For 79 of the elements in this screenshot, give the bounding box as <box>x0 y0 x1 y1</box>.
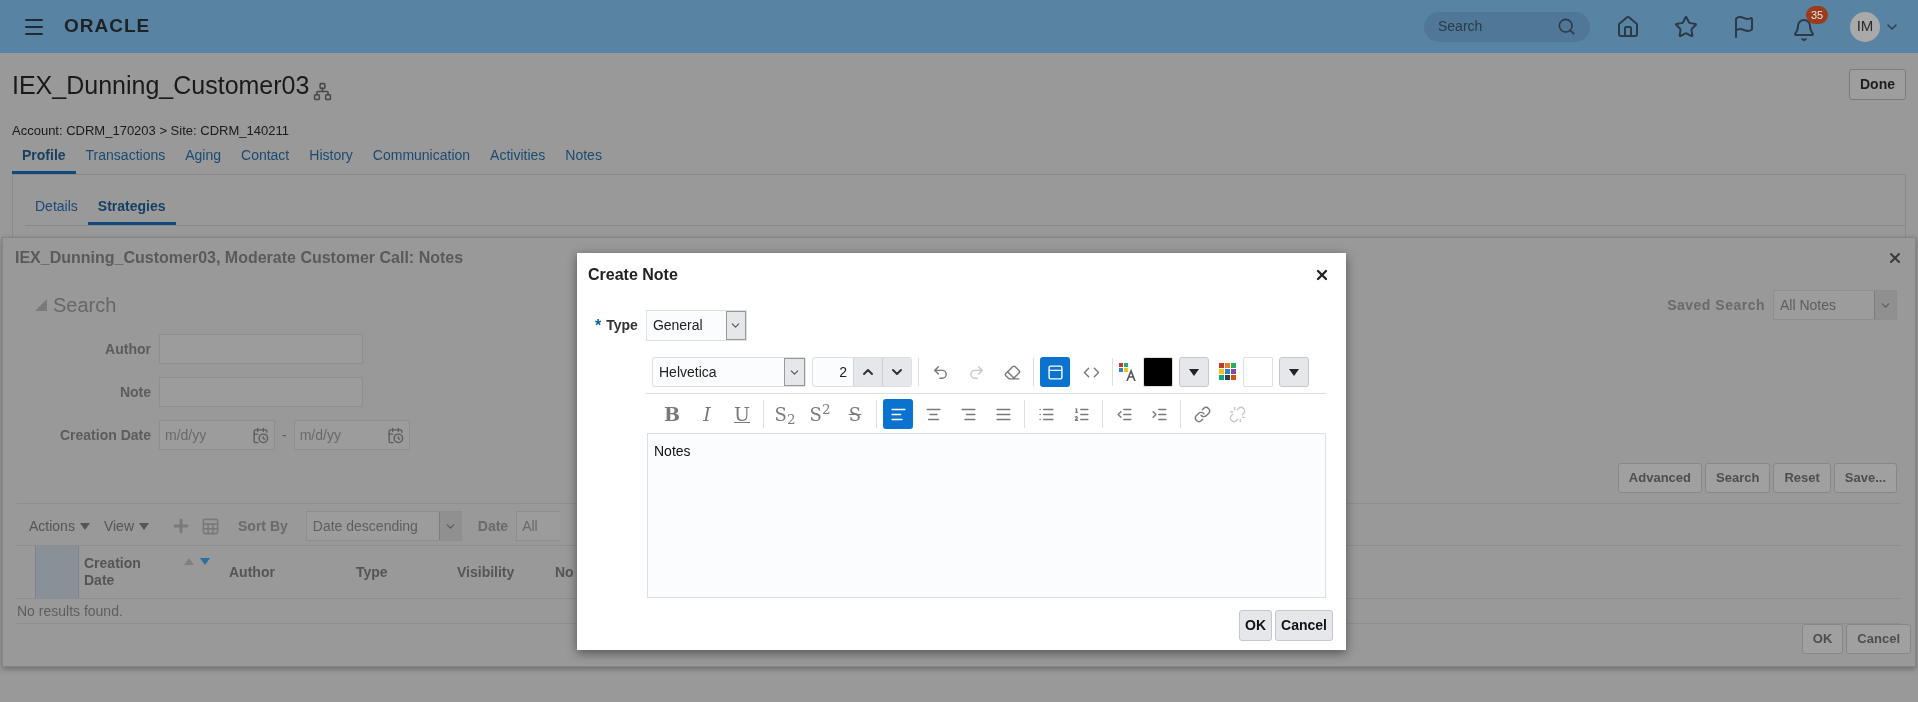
dialog-title: Create Note <box>588 265 678 285</box>
calendar-icon[interactable] <box>252 426 269 444</box>
tab[interactable]: Transactions <box>75 140 176 174</box>
dialog-button[interactable]: OK <box>1239 610 1273 641</box>
breadcrumb: Account: CDRM_170203 > Site: CDRM_140211 <box>12 121 290 140</box>
dialog-button[interactable]: Advanced <box>1617 463 1702 493</box>
background-color-icon[interactable] <box>1219 363 1237 381</box>
actions-menu[interactable]: Actions <box>29 515 75 537</box>
note-editor[interactable]: Notes <box>647 433 1326 598</box>
toolbar-button[interactable] <box>1040 357 1070 387</box>
field-label: Author <box>104 339 152 359</box>
unlink-icon <box>1228 405 1246 423</box>
hierarchy-icon[interactable] <box>313 81 333 101</box>
font-select[interactable]: Helvetica <box>652 357 806 387</box>
undo-icon <box>931 363 949 381</box>
color-swatch[interactable] <box>1143 357 1173 387</box>
home-icon[interactable] <box>1616 14 1640 39</box>
field-label: Note <box>118 382 152 402</box>
format-button[interactable]: U <box>727 399 757 429</box>
done-button[interactable]: Done <box>1849 69 1906 100</box>
dialog-button[interactable]: Cancel <box>1846 624 1911 654</box>
logo: ORACLE <box>64 14 151 39</box>
view-menu[interactable]: View <box>103 515 134 537</box>
dialog-button[interactable]: Reset <box>1773 463 1831 493</box>
dropdown-arrow-icon[interactable] <box>1289 368 1299 376</box>
numbered-list-icon <box>1072 405 1090 423</box>
star-icon[interactable] <box>1674 14 1698 39</box>
tab[interactable]: Aging <box>175 140 231 174</box>
toolbar-button[interactable] <box>883 399 913 429</box>
tab[interactable]: Notes <box>555 140 612 174</box>
dialog-button[interactable]: Save... <box>1833 463 1897 493</box>
color-dropdown-button[interactable] <box>1179 357 1209 387</box>
subtab[interactable]: Strategies <box>87 191 176 225</box>
column-header[interactable]: Creation Date <box>84 555 144 589</box>
column-header[interactable]: Visibility <box>457 561 515 583</box>
dialog-title: IEX_Dunning_Customer03, Moderate Customer Call: Notes <box>15 248 464 268</box>
sort-by-select[interactable]: Date descending <box>305 511 462 541</box>
field-label: Type <box>606 316 638 335</box>
subtab[interactable]: Details <box>25 191 88 225</box>
required-asterisk: * <box>595 315 602 336</box>
color-dropdown-button[interactable] <box>1279 357 1309 387</box>
notifications-icon[interactable] <box>1792 17 1816 42</box>
tab[interactable]: History <box>299 140 363 174</box>
font-color-icon[interactable] <box>1119 363 1137 381</box>
search-field[interactable]: Search <box>1424 11 1590 42</box>
user-avatar[interactable]: IM <box>1850 11 1880 42</box>
dropdown-arrow-icon[interactable] <box>1189 368 1199 376</box>
column-header[interactable]: Author <box>229 561 275 583</box>
eraser-icon <box>1003 363 1021 381</box>
font-size-stepper[interactable]: 2 <box>812 357 912 387</box>
calendar-icon[interactable] <box>386 426 404 444</box>
dialog-button[interactable]: Search <box>1705 463 1771 493</box>
search-icon[interactable] <box>1557 17 1576 36</box>
field-label: Creation Date <box>58 425 152 445</box>
format-button[interactable]: S <box>840 399 870 429</box>
type-select[interactable]: General <box>645 310 747 341</box>
tab[interactable]: Communication <box>362 140 481 174</box>
format-button[interactable]: B <box>657 399 687 429</box>
page-title: IEX_Dunning_Customer03 <box>12 70 310 101</box>
dialog-button[interactable]: OK <box>1801 624 1844 654</box>
range-separator: - <box>281 425 288 445</box>
close-icon[interactable] <box>1314 267 1330 283</box>
redo-icon <box>967 363 985 381</box>
dialog-button[interactable]: Cancel <box>1275 610 1333 641</box>
link-icon <box>1193 405 1211 423</box>
format-button[interactable]: I <box>692 399 722 429</box>
empty-table-message: No results found. <box>17 603 123 619</box>
flag-icon[interactable] <box>1732 14 1756 39</box>
column-header[interactable]: No <box>555 561 574 583</box>
format-button[interactable]: S$_{2}$ <box>770 399 800 429</box>
format-button[interactable]: S$^{2}$ <box>805 399 835 429</box>
notification-badge: 35 <box>1806 5 1829 24</box>
column-header[interactable]: Type <box>356 561 388 583</box>
rich-text-mode-icon <box>1046 363 1064 381</box>
tab[interactable]: Activities <box>480 140 556 174</box>
tab[interactable]: Contact <box>231 140 300 174</box>
color-swatch[interactable] <box>1243 357 1273 387</box>
saved-search-select[interactable]: All Notes <box>1773 290 1897 320</box>
tab[interactable]: Profile <box>12 140 76 174</box>
